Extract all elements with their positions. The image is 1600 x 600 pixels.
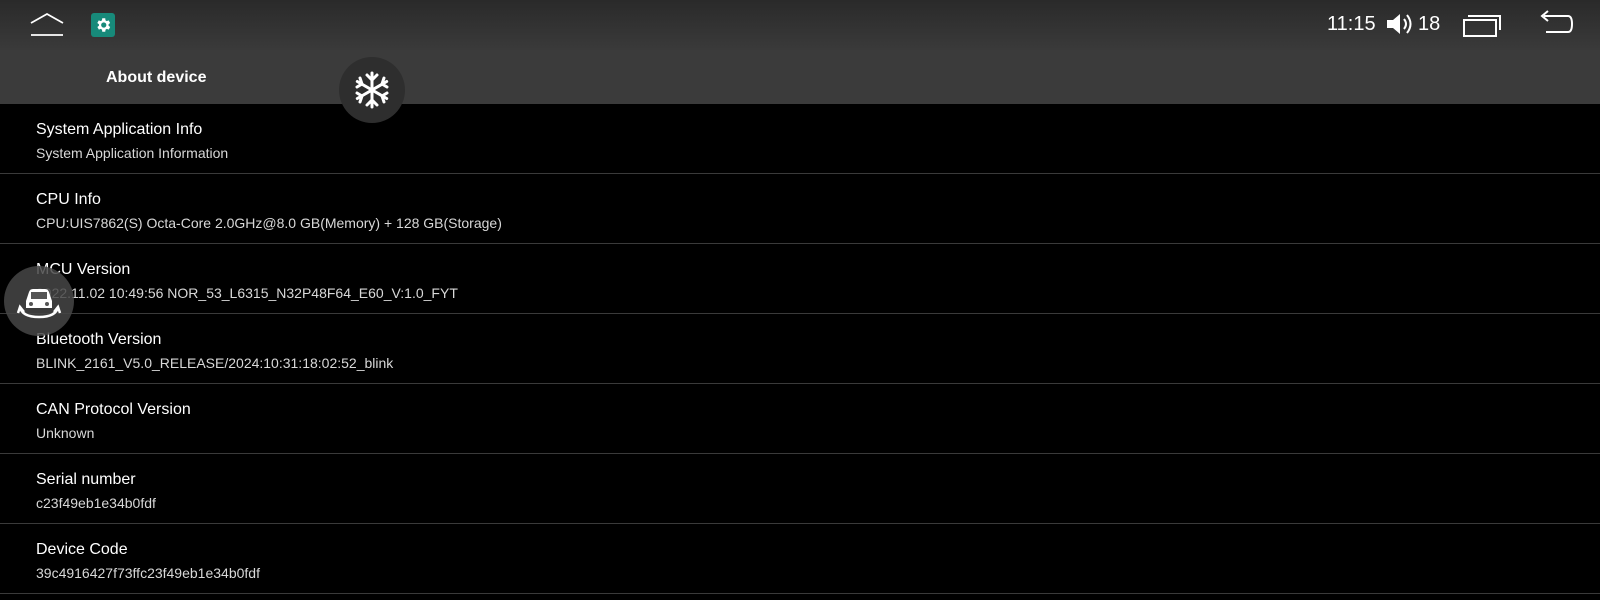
list-item-subtitle: Unknown: [36, 425, 95, 441]
ac-float-button[interactable]: [339, 57, 405, 123]
list-item-title: CAN Protocol Version: [36, 401, 191, 418]
clock: 11:15: [1327, 13, 1376, 35]
car-rotate-icon: [16, 289, 62, 319]
list-item-title: Serial number: [36, 471, 136, 488]
home-icon[interactable]: [28, 12, 66, 38]
list-item-cpu-info[interactable]: CPU Info CPU:UIS7862(S) Octa-Core 2.0GHz…: [0, 174, 1600, 244]
list-item-device-code[interactable]: Device Code 39c4916427f73ffc23f49eb1e34b…: [0, 524, 1600, 594]
list-item-can-protocol-version[interactable]: CAN Protocol Version Unknown: [0, 384, 1600, 454]
settings-app-icon[interactable]: [91, 13, 115, 37]
list-item-subtitle: c23f49eb1e34b0fdf: [36, 495, 156, 511]
car-float-button[interactable]: [4, 266, 74, 336]
page-title: About device: [106, 69, 207, 86]
list-item-serial-number[interactable]: Serial number c23f49eb1e34b0fdf: [0, 454, 1600, 524]
volume-level: 18: [1418, 13, 1441, 35]
list-item-subtitle: 2022.11.02 10:49:56 NOR_53_L6315_N32P48F…: [36, 285, 458, 301]
info-list: System Application Info System Applicati…: [0, 104, 1600, 594]
list-item-subtitle: BLINK_2161_V5.0_RELEASE/2024:10:31:18:02…: [36, 355, 394, 371]
list-item-mcu-version[interactable]: MCU Version 2022.11.02 10:49:56 NOR_53_L…: [0, 244, 1600, 314]
back-arrow-icon[interactable]: [1534, 10, 1574, 38]
title-bar: About device: [0, 50, 1600, 104]
list-item-bluetooth-version[interactable]: Bluetooth Version BLINK_2161_V5.0_RELEAS…: [0, 314, 1600, 384]
list-item-system-application-info[interactable]: System Application Info System Applicati…: [0, 104, 1600, 174]
snowflake-icon: [355, 71, 389, 109]
speaker-icon[interactable]: [1385, 11, 1415, 37]
list-item-title: Bluetooth Version: [36, 331, 162, 348]
recent-apps-icon[interactable]: [1462, 12, 1502, 38]
list-item-title: Device Code: [36, 541, 128, 558]
screen: 11:15 18 About device System Application…: [0, 0, 1600, 600]
list-item-subtitle: 39c4916427f73ffc23f49eb1e34b0fdf: [36, 565, 260, 581]
list-item-subtitle: System Application Information: [36, 145, 229, 161]
list-item-title: System Application Info: [36, 121, 203, 138]
status-bar: 11:15 18: [0, 0, 1600, 50]
list-item-title: CPU Info: [36, 191, 101, 208]
gear-icon: [97, 18, 111, 32]
list-item-subtitle: CPU:UIS7862(S) Octa-Core 2.0GHz@8.0 GB(M…: [36, 215, 502, 231]
